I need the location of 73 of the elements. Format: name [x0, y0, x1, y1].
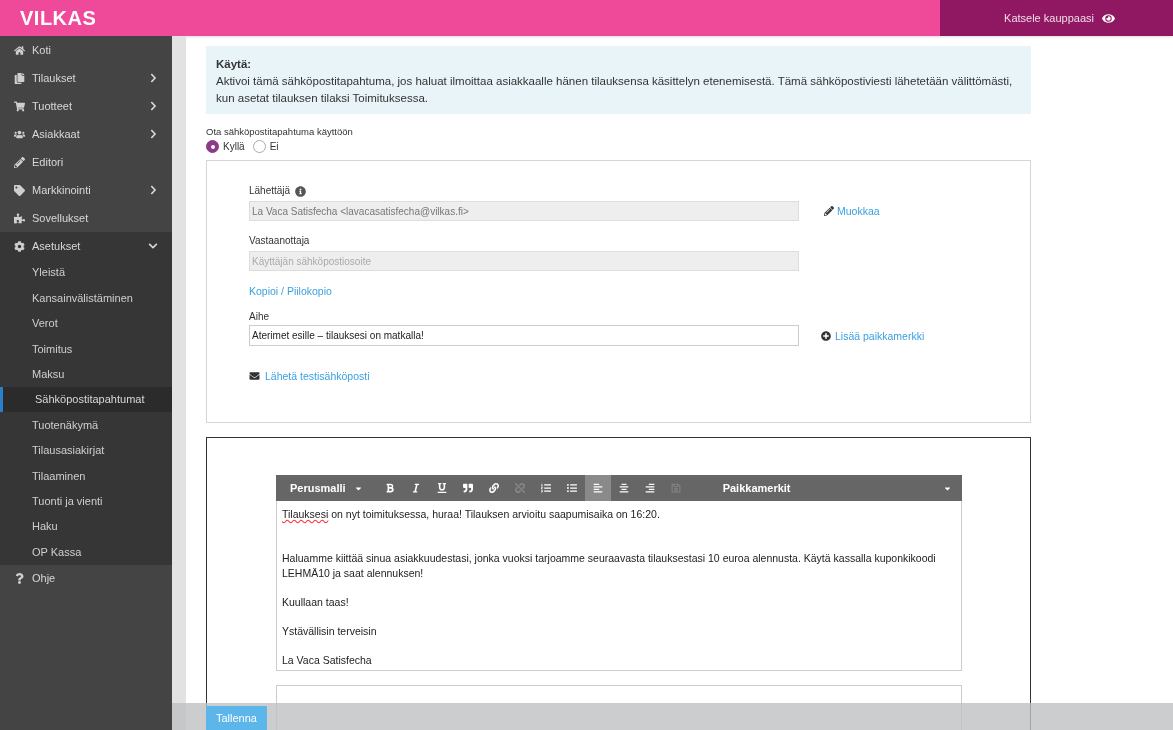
info-icon [295, 185, 307, 197]
align-left-button[interactable] [584, 475, 611, 501]
radio-button[interactable] [206, 140, 219, 153]
sidebar-subitem[interactable]: Haku [0, 513, 172, 540]
sidebar-item[interactable]: Asiakkaat [0, 120, 172, 148]
sidebar-item[interactable]: Markkinointi [0, 176, 172, 204]
link-icon [488, 483, 499, 493]
bold-icon [384, 483, 395, 493]
view-store-button[interactable]: Katsele kauppaasi [940, 0, 1173, 36]
numbered-list-icon [540, 483, 551, 493]
sidebar-subitem[interactable]: Tilausasiakirjat [0, 437, 172, 464]
unlink-icon [514, 483, 525, 493]
underline-icon [436, 483, 447, 493]
sidebar-subitem[interactable]: OP Kassa [0, 539, 172, 565]
field-label: Lähettäjä [249, 185, 291, 197]
info-title: Käytä: [216, 57, 253, 72]
pencil-icon [824, 206, 834, 216]
settings-icon [14, 240, 25, 252]
documents-icon [14, 72, 25, 84]
plus-icon [821, 330, 831, 341]
cart-icon [14, 100, 25, 112]
sidebar-subitem[interactable]: Tuotenäkymä [0, 412, 172, 438]
sidebar-item[interactable]: Asetukset [0, 232, 172, 260]
align-left-icon [592, 483, 603, 493]
sidebar-item[interactable]: Tuotteet [0, 92, 172, 120]
email-paragraph: Tilauksesi on nyt toimituksessa, huraa! Tilauksen arvioitu saapumisaika on 16:20. [282, 507, 661, 522]
users-icon [14, 128, 25, 140]
eye-icon [1101, 11, 1115, 25]
save-icon [670, 483, 681, 493]
style-dropdown[interactable]: Perusmalli [276, 475, 377, 501]
sidebar-subitem[interactable]: Kansainvälistäminen [0, 285, 172, 311]
placeholder-dropdown[interactable]: Paikkamerkit [688, 475, 962, 501]
puzzle-icon [14, 212, 25, 224]
sidebar-subitem[interactable]: Yleistä [0, 260, 172, 286]
chevron-down-icon [148, 241, 158, 251]
tag-icon [14, 184, 25, 196]
field-label: Aihe [249, 311, 270, 323]
sidebar-item[interactable]: Sovellukset [0, 204, 172, 232]
enable-label: Ota sähköpostitapahtuma käyttöön [206, 126, 354, 137]
email-paragraph: La Vaca Satisfecha [282, 653, 373, 668]
field-label: Vastaanottaja [249, 235, 311, 247]
pencil-icon [14, 156, 25, 168]
info-text: Aktivoi tämä sähköpostitapahtuma, jos haluat ilmoittaa asiakkaalle hänen tilauksensa käsittelyn etenemisestä. Tämä sähköpostiviesti lähetetään välittömästi, kun asetat tilauksen tilaksi Toimituksessa. [216, 74, 1014, 106]
email-paragraph: Kuullaan taas! [282, 595, 350, 610]
sidebar-item[interactable]: Editori [0, 148, 172, 176]
italic-icon [410, 483, 421, 493]
sidebar-subitem[interactable]: Sähköpostitapahtumat [0, 386, 172, 413]
sidebar-subitem[interactable]: Tuonti ja vienti [0, 488, 172, 514]
align-right-icon [644, 483, 655, 493]
home-icon [14, 44, 25, 56]
sidebar-subitem[interactable]: Verot [0, 310, 172, 337]
sidebar-item[interactable]: Ohje [0, 564, 172, 593]
sidebar-item[interactable]: Tilaukset [0, 64, 172, 92]
sidebar-subitem[interactable]: Tilaaminen [0, 463, 172, 489]
quote-icon [462, 483, 473, 493]
chevron-right-icon [149, 101, 158, 111]
chevron-right-icon [149, 129, 158, 139]
sidebar-subitem[interactable]: Toimitus [0, 336, 172, 362]
sidebar-item[interactable]: Koti [0, 36, 172, 64]
bullet-list-icon [566, 483, 577, 493]
chevron-right-icon [149, 73, 158, 83]
email-paragraph: Ystävällisin terveisin [282, 624, 378, 639]
radio-button[interactable] [252, 140, 266, 153]
subject-field[interactable]: Aterimet esille – tilauksesi on matkalla! [249, 325, 799, 346]
envelope-icon [249, 371, 260, 381]
question-icon [14, 573, 25, 585]
chevron-right-icon [149, 185, 158, 195]
align-center-icon [618, 483, 629, 493]
editor-body[interactable] [276, 501, 962, 671]
radio-label: Ei [269, 140, 279, 154]
sidebar-subitem[interactable]: Maksu [0, 361, 172, 387]
email-paragraph: Haluamme kiittää sinua asiakkuudestasi, jonka vuoksi tarjoamme seuraavasta tilauksestasi 10 euroa alennusta. Käytä kassalla kuponkikoodi LEHMÄ10 ja saat alennuksen! [282, 551, 937, 581]
radio-label: Kyllä [223, 140, 245, 154]
